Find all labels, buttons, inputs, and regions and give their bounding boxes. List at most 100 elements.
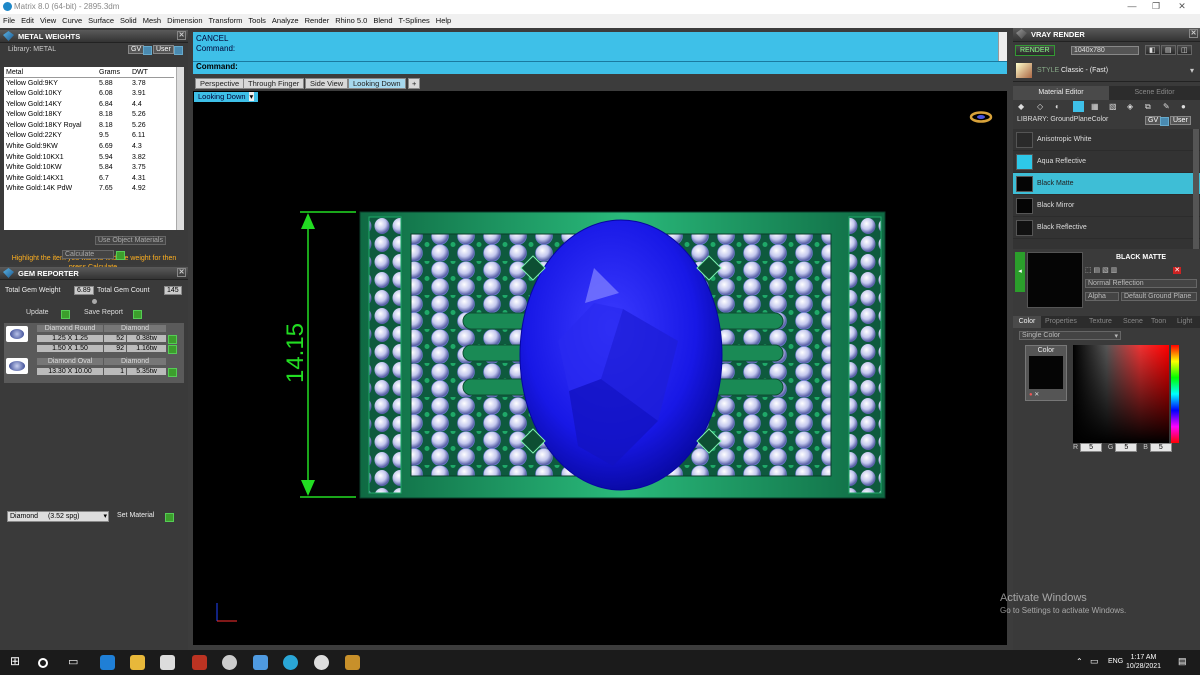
user-toggle[interactable]: User [1170, 116, 1191, 125]
gv-toggle[interactable]: GV [1145, 116, 1162, 125]
table-row[interactable]: Yellow Gold:22KY 9.5 6.11 [4, 131, 174, 142]
gem-row-go-icon[interactable] [168, 368, 177, 377]
calculate-go-icon[interactable] [116, 251, 125, 260]
minimize-button[interactable]: — [1122, 1, 1142, 11]
b-value[interactable]: 5 [1149, 443, 1172, 452]
material-list-scrollbar[interactable] [1193, 129, 1199, 249]
close-icon[interactable]: ✕ [1189, 29, 1198, 38]
color-mode-select[interactable]: Single Color ▾ [1019, 331, 1121, 340]
windows-start-icon[interactable]: ⊞ [10, 654, 25, 669]
menu-file[interactable]: File [0, 14, 18, 27]
tab-toon[interactable]: Toon [1151, 316, 1166, 327]
matrix-app-icon[interactable] [283, 655, 298, 670]
column-header-dwt[interactable]: DWT [130, 67, 174, 79]
set-material-go-icon[interactable] [165, 513, 174, 522]
viewport[interactable]: 14.15 [193, 91, 1007, 645]
table-row[interactable]: White Gold:14KX1 6.7 4.31 [4, 173, 174, 184]
user-toggle[interactable]: User [153, 45, 174, 54]
tab-perspective[interactable]: Perspective [195, 78, 245, 89]
viewport-label[interactable]: Looking Down ▾ [194, 92, 259, 102]
color-tools[interactable]: ● ✕ [1029, 391, 1039, 398]
task-view-icon[interactable]: ▭ [68, 655, 83, 670]
g-value[interactable]: 5 [1115, 443, 1138, 452]
table-row[interactable]: Yellow Gold:18KY Royal 8.18 5.26 [4, 120, 174, 131]
tab-texture[interactable]: Texture [1089, 316, 1112, 327]
reflect-icon[interactable]: ⬚ ▤ ▧ ▥ [1085, 267, 1117, 274]
collapse-handle[interactable]: ◂ [1015, 252, 1025, 292]
render-button[interactable]: RENDER [1015, 45, 1055, 56]
brush-icon[interactable]: ✎ [1163, 102, 1170, 111]
menu-help[interactable]: Help [433, 14, 454, 27]
tab-properties[interactable]: Properties [1045, 316, 1077, 327]
language-indicator[interactable]: ENG [1108, 658, 1123, 665]
clock[interactable]: 1:17 AM 10/28/2021 [1126, 653, 1161, 671]
menu-blend[interactable]: Blend [370, 14, 395, 27]
divider-handle[interactable] [92, 299, 97, 304]
gv-toggle[interactable]: GV [128, 45, 145, 54]
diamond-icon[interactable]: ◈ [1127, 102, 1133, 111]
menu-render[interactable]: Render [302, 14, 333, 27]
table-scrollbar[interactable] [176, 67, 184, 230]
tab-material-editor[interactable]: Material Editor [1013, 86, 1109, 100]
table-row[interactable]: Yellow Gold:18KY 8.18 5.26 [4, 109, 174, 120]
drop-icon[interactable]: ◆ [1018, 102, 1024, 111]
add-tab-button[interactable]: + [408, 78, 421, 89]
menu-analyze[interactable]: Analyze [269, 14, 302, 27]
menu-edit[interactable]: Edit [18, 14, 37, 27]
color-gradient-picker[interactable] [1073, 345, 1169, 443]
menu-mesh[interactable]: Mesh [140, 14, 164, 27]
app-icon[interactable] [345, 655, 360, 670]
network-icon[interactable]: ▭ [1090, 656, 1099, 667]
close-button[interactable]: ✕ [1172, 1, 1192, 12]
menu-solid[interactable]: Solid [117, 14, 140, 27]
light-icon[interactable]: ● [1181, 102, 1186, 111]
table-row[interactable]: Yellow Gold:10KY 6.08 3.91 [4, 88, 174, 99]
gem-row-go-icon[interactable] [168, 335, 177, 344]
list-item[interactable]: Black Reflective [1013, 217, 1200, 239]
gem-row-go-icon[interactable] [168, 345, 177, 354]
render-option-icon[interactable]: ◫ [1177, 45, 1192, 55]
r-value[interactable]: 5 [1080, 443, 1102, 452]
alpha-select[interactable]: Alpha [1085, 292, 1119, 301]
list-item[interactable]: Black Matte [1013, 173, 1200, 195]
update-button[interactable]: Update [22, 308, 53, 317]
column-header-grams[interactable]: Grams [97, 67, 130, 79]
table-row[interactable]: White Gold:10KX1 5.94 3.82 [4, 152, 174, 163]
ground-plane-select[interactable]: Default Ground Plane [1121, 292, 1197, 301]
app-icon[interactable] [192, 655, 207, 670]
edge-browser-icon[interactable] [100, 655, 115, 670]
menu-rhino[interactable]: Rhino 5.0 [332, 14, 370, 27]
app-icon[interactable] [160, 655, 175, 670]
table-row[interactable]: White Gold:14K PdW 7.65 4.92 [4, 184, 174, 195]
menu-view[interactable]: View [37, 14, 59, 27]
save-report-button[interactable]: Save Report [80, 308, 127, 317]
list-item[interactable]: Black Mirror [1013, 195, 1200, 217]
info-icon[interactable] [1160, 117, 1169, 126]
tray-chevron-icon[interactable]: ⌃ [1076, 657, 1083, 666]
menu-transform[interactable]: Transform [206, 14, 246, 27]
command-scrollbar[interactable] [998, 32, 1007, 61]
zalo-icon[interactable] [253, 655, 268, 670]
update-go-icon[interactable] [61, 310, 70, 319]
tab-through-finger[interactable]: Through Finger [243, 78, 305, 89]
hue-slider[interactable] [1171, 345, 1179, 443]
info-icon[interactable] [174, 46, 183, 55]
list-item[interactable]: Aqua Reflective [1013, 151, 1200, 173]
set-material-button[interactable]: Set Material [117, 512, 154, 519]
reflection-select[interactable]: Normal Reflection [1085, 279, 1197, 288]
tab-color[interactable]: Color [1013, 316, 1041, 328]
tab-side-view[interactable]: Side View [305, 78, 349, 89]
material-select[interactable]: Diamond (3.52 spg) ▾ [7, 511, 109, 522]
app-icon[interactable] [222, 655, 237, 670]
table-row[interactable]: White Gold:10KW 5.84 3.75 [4, 162, 174, 173]
render-option-icon[interactable]: ▤ [1161, 45, 1176, 55]
material-swatch-icon[interactable] [1073, 101, 1084, 112]
maximize-button[interactable]: ❐ [1146, 1, 1166, 12]
table-row[interactable]: Yellow Gold:9KY 5.88 3.78 [4, 78, 174, 89]
info-icon[interactable] [143, 46, 152, 55]
texture-icon[interactable]: ▧ [1109, 102, 1117, 111]
sphere-icon[interactable]: ◐ [1055, 102, 1060, 111]
menu-tools[interactable]: Tools [245, 14, 269, 27]
style-row[interactable]: STYLE Classic - (Fast) ▾ [1013, 60, 1200, 82]
menu-tsplines[interactable]: T-Splines [396, 14, 433, 27]
